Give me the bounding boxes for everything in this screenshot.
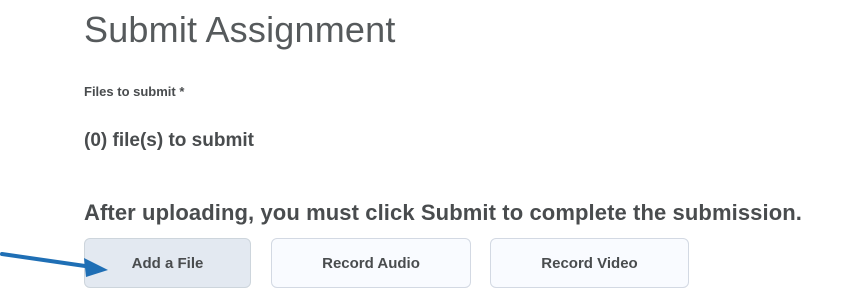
files-count-text: (0) file(s) to submit xyxy=(84,130,254,151)
submission-instruction: After uploading, you must click Submit t… xyxy=(84,200,803,225)
arrow-right-icon xyxy=(0,252,108,277)
page-title: Submit Assignment xyxy=(84,9,396,50)
files-to-submit-label: Files to submit * xyxy=(84,84,185,99)
record-video-button[interactable]: Record Video xyxy=(490,238,689,288)
record-audio-button[interactable]: Record Audio xyxy=(271,238,471,288)
